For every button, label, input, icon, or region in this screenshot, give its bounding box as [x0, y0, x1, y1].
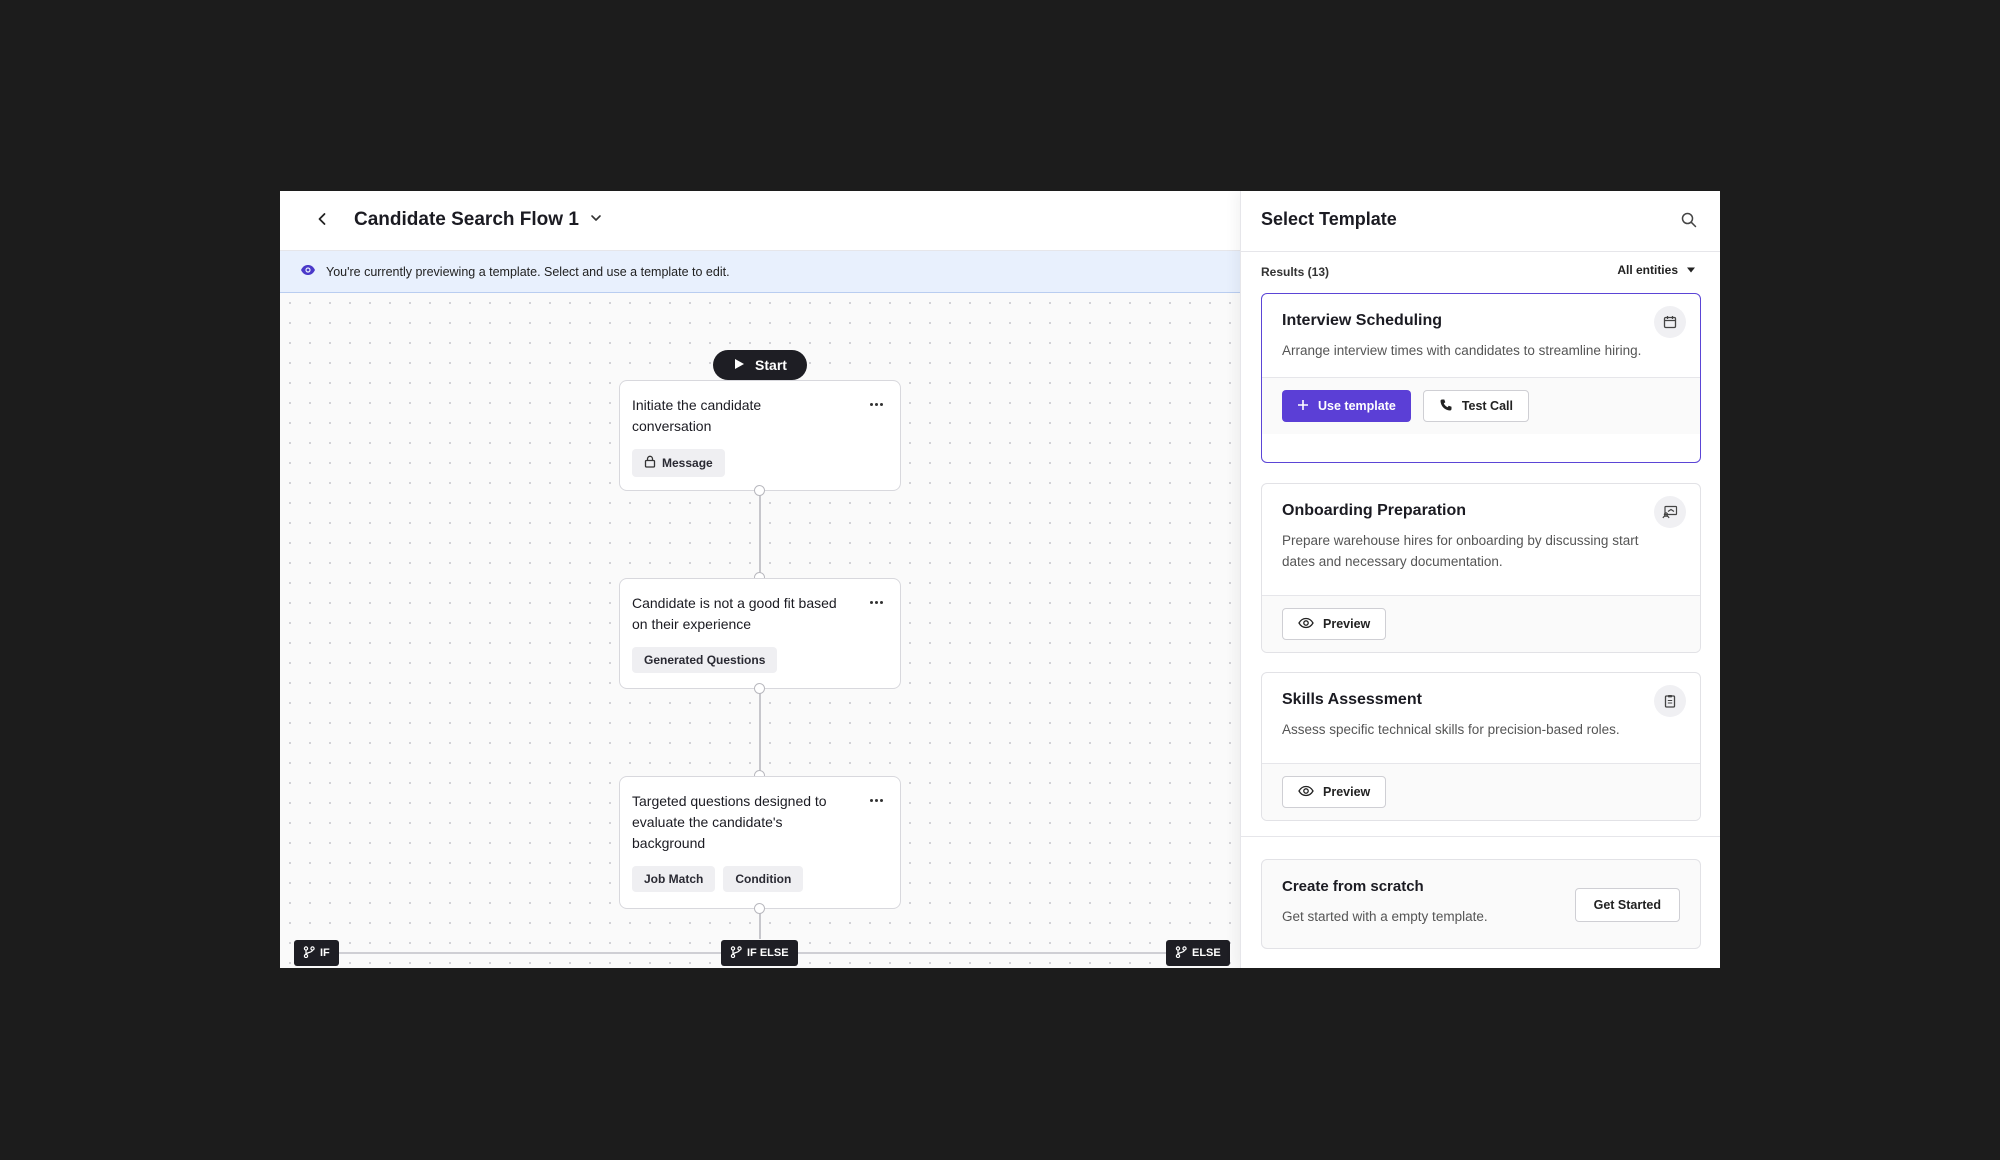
tag-label: Job Match	[644, 872, 704, 886]
search-icon	[1680, 212, 1698, 233]
template-description: Assess specific technical skills for pre…	[1282, 722, 1620, 737]
plus-icon	[1297, 399, 1309, 414]
top-bar: Candidate Search Flow 1	[280, 191, 1240, 251]
create-from-scratch-card: Create from scratch Get started with a e…	[1261, 859, 1701, 949]
template-card-interview-scheduling[interactable]: Interview Scheduling Arrange interview t…	[1261, 293, 1701, 463]
preview-banner: You're currently previewing a template. …	[280, 251, 1240, 293]
template-title: Onboarding Preparation	[1282, 502, 1467, 519]
preview-button[interactable]: Preview	[1282, 776, 1387, 808]
connector-line	[759, 689, 761, 777]
branch-if[interactable]: IF	[294, 940, 339, 966]
template-description: Arrange interview times with candidates …	[1282, 343, 1642, 358]
node-menu-button[interactable]	[866, 595, 886, 609]
tag-label: Message	[662, 456, 713, 470]
eye-icon	[1298, 785, 1314, 800]
results-count: Results (13)	[1261, 265, 1330, 279]
button-label: Preview	[1323, 617, 1371, 631]
template-title: Interview Scheduling	[1282, 312, 1443, 329]
divider	[1241, 251, 1720, 252]
flow-node[interactable]: Candidate is not a good fit based on the…	[619, 578, 901, 689]
flow-editor: Candidate Search Flow 1 You're currently…	[280, 191, 1240, 968]
tag-label: Condition	[735, 872, 792, 886]
button-label: Test Call	[1461, 399, 1513, 413]
eye-icon	[1298, 617, 1314, 632]
start-label: Start	[755, 357, 787, 373]
flow-title: Candidate Search Flow 1	[354, 209, 579, 230]
node-tag: Generated Questions	[632, 647, 778, 673]
template-card-skills-assessment[interactable]: Skills Assessment Assess specific techni…	[1261, 672, 1701, 821]
panel-title: Select Template	[1261, 209, 1397, 229]
branch-label: ELSE	[1192, 947, 1221, 959]
connector-handle[interactable]	[754, 903, 765, 914]
connector-handle[interactable]	[754, 683, 765, 694]
caret-down-icon	[1686, 263, 1696, 277]
button-label: Use template	[1318, 399, 1396, 413]
chevron-down-icon	[589, 209, 603, 231]
template-title: Skills Assessment	[1282, 691, 1422, 708]
chevron-left-icon	[315, 212, 329, 231]
lock-icon	[644, 455, 656, 471]
branch-if-else[interactable]: IF ELSE	[721, 940, 798, 966]
preview-button[interactable]: Preview	[1282, 608, 1387, 640]
flow-node[interactable]: Targeted questions designed to evaluate …	[619, 776, 901, 909]
button-label: Preview	[1323, 785, 1371, 799]
play-icon	[733, 357, 745, 373]
node-tag: Job Match	[632, 866, 716, 892]
branch-icon	[303, 945, 315, 961]
branch-label: IF ELSE	[747, 947, 789, 959]
banner-text: You're currently previewing a template. …	[326, 264, 730, 279]
start-node[interactable]: Start	[713, 350, 807, 380]
node-text: Targeted questions designed to evaluate …	[632, 793, 827, 851]
app-window: Candidate Search Flow 1 You're currently…	[280, 191, 1720, 968]
connector-handle[interactable]	[754, 485, 765, 496]
branch-else[interactable]: ELSE	[1166, 940, 1230, 966]
flow-canvas[interactable]: Start Initiate the candidate conversatio…	[280, 293, 1240, 968]
flow-title-dropdown[interactable]: Candidate Search Flow 1	[354, 209, 603, 231]
node-tag: Condition	[723, 866, 804, 892]
divider	[1241, 836, 1720, 837]
flow-node[interactable]: Initiate the candidate conversation Mess…	[619, 380, 901, 491]
test-call-button[interactable]: Test Call	[1422, 390, 1529, 422]
template-description: Prepare warehouse hires for onboarding b…	[1282, 533, 1639, 569]
connector-line	[759, 491, 761, 579]
eye-icon	[300, 262, 316, 281]
node-text: Initiate the candidate conversation	[632, 397, 762, 434]
entity-filter-dropdown[interactable]: All entities	[1617, 263, 1696, 277]
template-card-onboarding-preparation[interactable]: Onboarding Preparation Prepare warehouse…	[1261, 483, 1701, 653]
presentation-icon	[1654, 496, 1686, 528]
filter-label: All entities	[1617, 263, 1678, 277]
branch-label: IF	[320, 947, 330, 959]
get-started-button[interactable]: Get Started	[1574, 888, 1680, 922]
node-menu-button[interactable]	[866, 397, 886, 411]
branch-icon	[730, 945, 742, 961]
calendar-icon	[1654, 306, 1686, 338]
back-button[interactable]	[310, 209, 334, 233]
clipboard-icon	[1654, 685, 1686, 717]
phone-icon	[1439, 398, 1453, 415]
node-tag: Message	[632, 449, 725, 477]
tag-label: Generated Questions	[644, 653, 766, 667]
node-text: Candidate is not a good fit based on the…	[632, 595, 837, 632]
search-button[interactable]	[1680, 211, 1700, 231]
template-panel: Select Template Results (13) All entitie…	[1240, 191, 1720, 968]
node-menu-button[interactable]	[866, 793, 886, 807]
branch-icon	[1175, 945, 1187, 961]
use-template-button[interactable]: Use template	[1282, 390, 1411, 422]
